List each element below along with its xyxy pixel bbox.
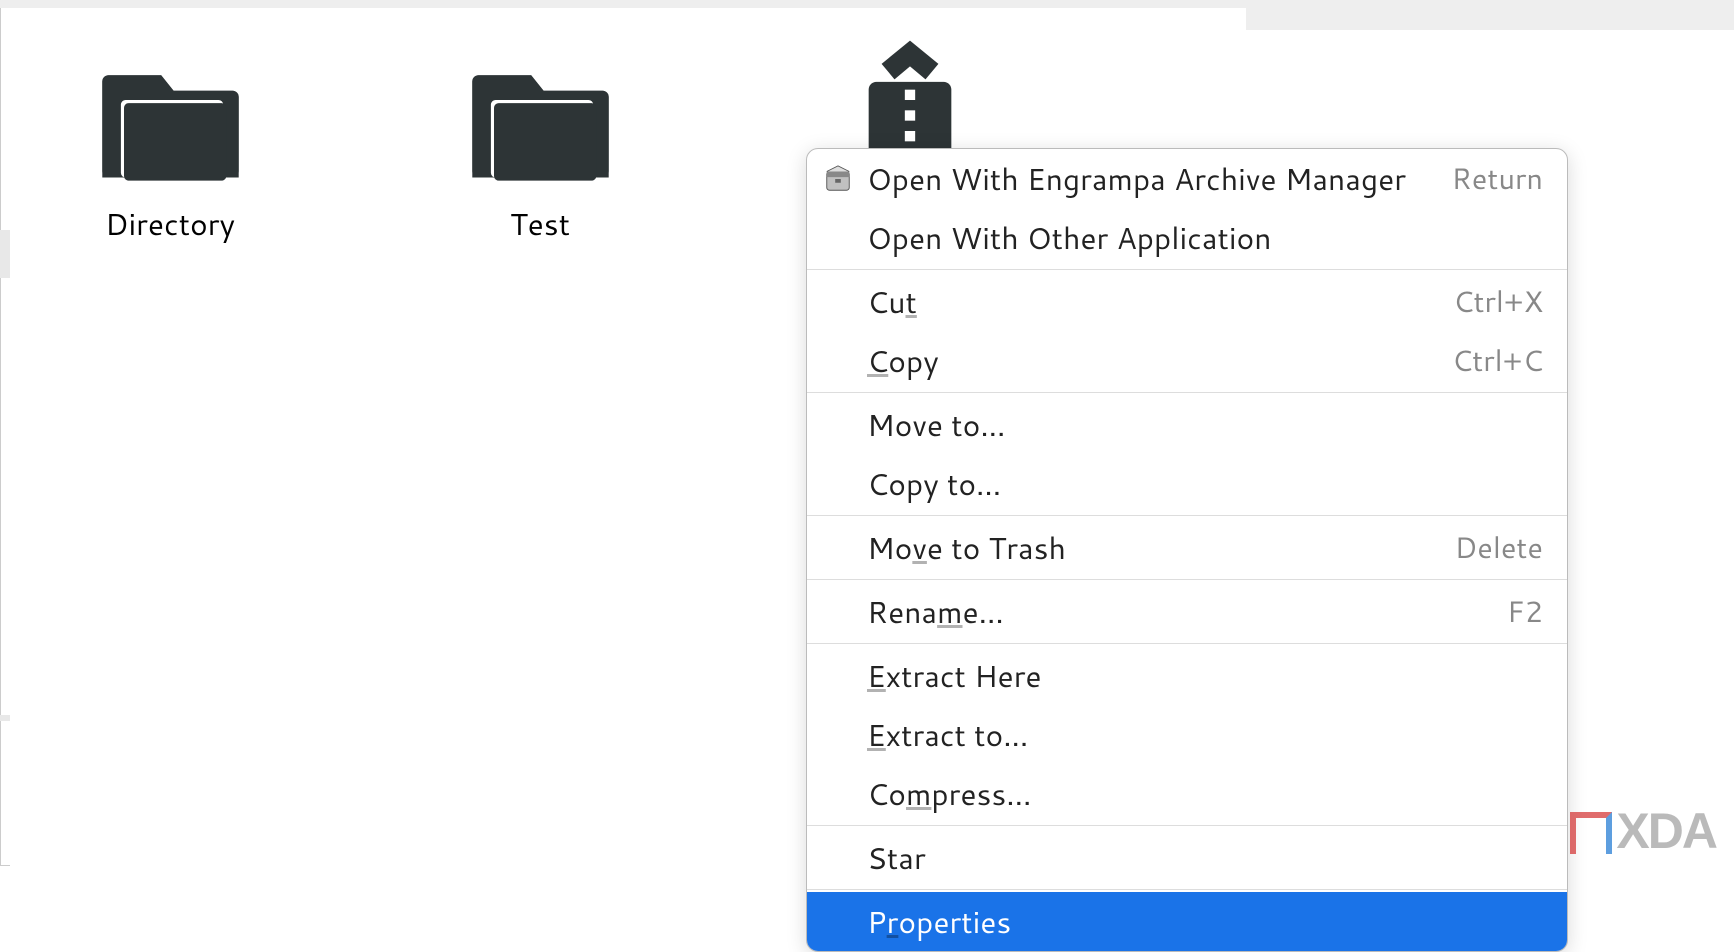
left-gutter	[0, 230, 10, 278]
menu-item-star[interactable]: Star	[807, 828, 1567, 887]
file-icon-directory[interactable]: Directory	[70, 38, 270, 246]
toolbar-strip	[0, 0, 1734, 8]
menu-item-label: Cut	[867, 280, 1453, 323]
context-menu: Open With Engrampa Archive ManagerReturn…	[806, 148, 1568, 952]
left-gutter-2	[0, 715, 10, 721]
menu-item-shortcut: Ctrl+C	[1452, 340, 1543, 381]
folder-icon	[463, 38, 618, 193]
watermark-logo-icon	[1570, 812, 1612, 854]
menu-item-shortcut: Return	[1451, 158, 1543, 199]
menu-item-label: Compress...	[867, 772, 1543, 815]
menu-item-label: Extract Here	[867, 654, 1543, 697]
menu-item-open-with-other-application[interactable]: Open With Other Application	[807, 208, 1567, 267]
menu-item-cut[interactable]: CutCtrl+X	[807, 272, 1567, 331]
watermark-text: XDA	[1616, 802, 1716, 860]
menu-item-move-to[interactable]: Move to...	[807, 395, 1567, 454]
menu-item-extract-here[interactable]: Extract Here	[807, 646, 1567, 705]
menu-item-compress[interactable]: Compress...	[807, 764, 1567, 823]
menu-separator	[807, 515, 1567, 516]
menu-item-rename[interactable]: Rename...F2	[807, 582, 1567, 641]
menu-item-label: Extract to...	[867, 713, 1543, 756]
menu-item-label: Copy	[867, 339, 1452, 382]
menu-item-label: Open With Other Application	[867, 216, 1543, 259]
file-icon-test[interactable]: Test	[440, 38, 640, 246]
menu-item-label: Copy to...	[867, 462, 1543, 505]
archive-app-icon	[823, 164, 853, 194]
menu-separator	[807, 825, 1567, 826]
menu-separator	[807, 269, 1567, 270]
watermark: XDA	[1570, 802, 1716, 860]
menu-item-label: Open With Engrampa Archive Manager	[867, 157, 1451, 200]
file-label: Directory	[97, 201, 243, 246]
menu-item-shortcut: Ctrl+X	[1453, 281, 1543, 322]
menu-separator	[807, 643, 1567, 644]
menu-item-label: Move to Trash	[867, 526, 1454, 569]
menu-item-shortcut: F2	[1507, 591, 1543, 632]
menu-item-label: Move to...	[867, 403, 1543, 446]
menu-item-move-to-trash[interactable]: Move to TrashDelete	[807, 518, 1567, 577]
folder-icon	[93, 38, 248, 193]
menu-item-shortcut: Delete	[1454, 527, 1543, 568]
menu-item-label: Star	[867, 836, 1543, 879]
file-label: Test	[502, 201, 578, 246]
menu-separator	[807, 579, 1567, 580]
menu-separator	[807, 392, 1567, 393]
menu-item-open-with-engrampa-archive-manager[interactable]: Open With Engrampa Archive ManagerReturn	[807, 149, 1567, 208]
menu-separator	[807, 889, 1567, 890]
menu-item-properties[interactable]: Properties	[807, 892, 1567, 951]
menu-item-extract-to[interactable]: Extract to...	[807, 705, 1567, 764]
menu-item-label: Rename...	[867, 590, 1507, 633]
menu-item-copy-to[interactable]: Copy to...	[807, 454, 1567, 513]
menu-item-label: Properties	[867, 900, 1543, 943]
menu-item-copy[interactable]: CopyCtrl+C	[807, 331, 1567, 390]
